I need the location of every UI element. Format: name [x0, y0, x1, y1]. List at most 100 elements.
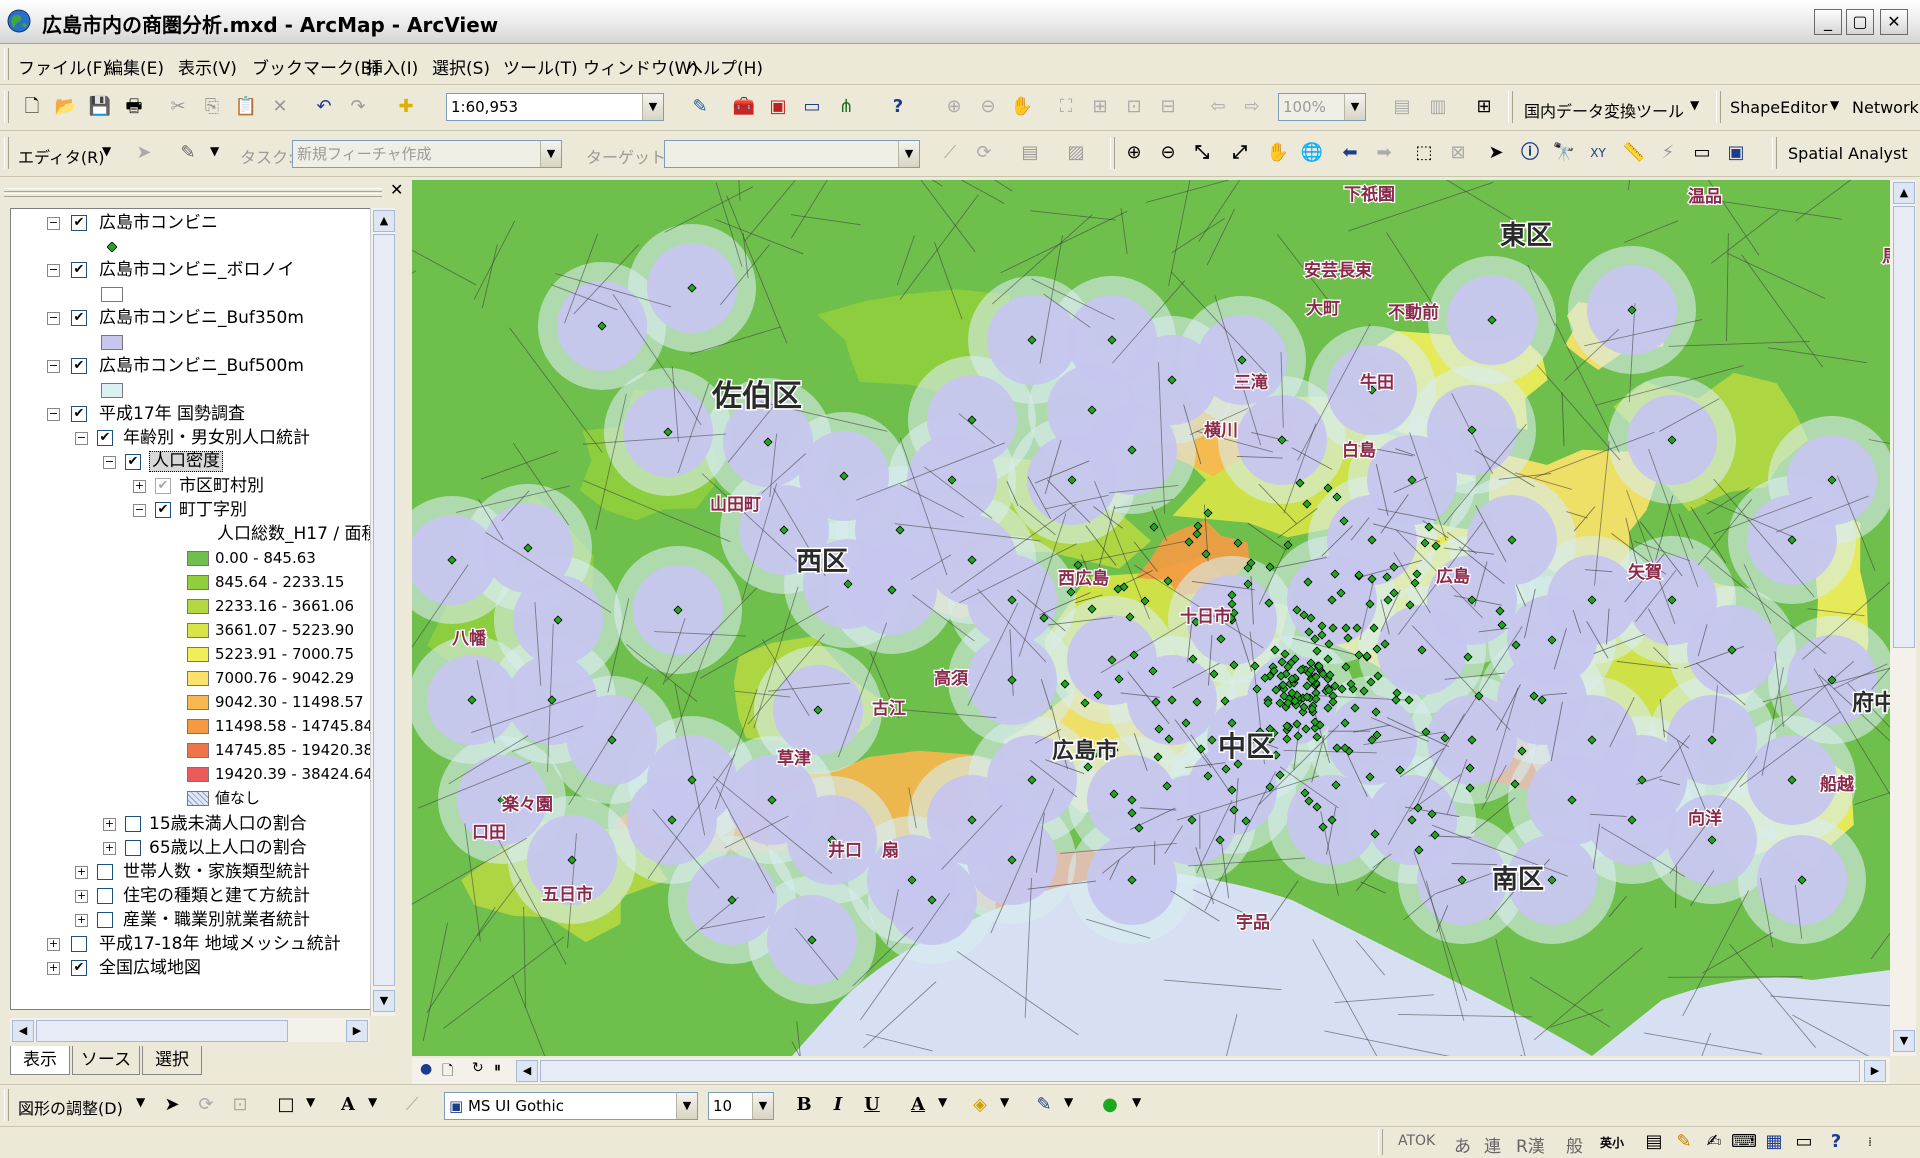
expand-icon[interactable]: + — [75, 914, 88, 927]
attributes-icon[interactable]: ▤ — [1016, 139, 1044, 167]
map-scale-combo[interactable]: 1:60,953 ▼ — [446, 93, 664, 121]
toc-horizontal-scrollbar[interactable]: ◀ ▶ — [10, 1018, 370, 1042]
menu-view[interactable]: 表示(V) — [178, 54, 237, 79]
zoom-percent-combo[interactable]: 100% ▼ — [1278, 93, 1366, 121]
ime-width[interactable]: 英小 — [1600, 1134, 1624, 1151]
focus-frame-icon[interactable]: ▥ — [1424, 93, 1452, 121]
layer-visibility-checkbox[interactable]: ✔ — [97, 430, 113, 446]
font-color-button[interactable]: A — [904, 1091, 932, 1119]
map-canvas[interactable]: 佐伯区西区東区中区南区安芸長束下祇園不動前大町三滝牛田横川白島山田町西広島十日市… — [412, 180, 1890, 1056]
chevron-down-icon[interactable]: ▼ — [676, 1093, 697, 1119]
time-slider-icon[interactable]: ▣ — [1722, 139, 1750, 167]
chevron-down-icon[interactable]: ▼ — [368, 1095, 377, 1109]
go-back-extent-icon[interactable]: ⇦ — [1204, 93, 1232, 121]
scroll-up-icon[interactable]: ▲ — [1893, 182, 1915, 204]
map-vertical-scrollbar[interactable]: ▲ ▼ — [1890, 180, 1916, 1056]
new-document-icon[interactable]: 🗋 — [18, 93, 46, 121]
ime-roman[interactable]: R漢 — [1516, 1132, 1545, 1157]
toolbar-grip[interactable] — [4, 91, 9, 123]
arccatalog-icon[interactable]: ▣ — [764, 93, 792, 121]
chevron-down-icon[interactable]: ▼ — [102, 144, 111, 158]
toolbar-grip[interactable] — [4, 137, 9, 169]
layer-visibility-checkbox[interactable]: ✔ — [71, 358, 87, 374]
bold-button[interactable]: B — [790, 1091, 818, 1119]
chevron-down-icon[interactable]: ▼ — [136, 1095, 145, 1109]
font-combo[interactable]: ▣ MS UI Gothic ▼ — [444, 1092, 698, 1120]
ime-menu-icon[interactable]: ▤ — [1640, 1128, 1668, 1156]
identify-icon[interactable]: ⓘ — [1516, 139, 1544, 167]
editor-menu[interactable]: エディタ(R) — [18, 144, 104, 168]
fixed-zoom-in-map-icon[interactable]: ⤡ — [1188, 139, 1216, 167]
select-features-icon[interactable]: ⬚ — [1410, 139, 1438, 167]
chevron-down-icon[interactable]: ▼ — [898, 141, 919, 167]
map-view[interactable]: 佐伯区西区東区中区南区安芸長束下祇園不動前大町三滝牛田横川白島山田町西広島十日市… — [412, 180, 1890, 1056]
fixed-zoom-out-map-icon[interactable]: ⤢ — [1226, 139, 1254, 167]
collapse-icon[interactable]: − — [75, 432, 88, 445]
layer-visibility-checkbox[interactable]: ✔ — [155, 502, 171, 518]
layer-visibility-checkbox[interactable]: ✔ — [71, 960, 87, 976]
copy-icon[interactable]: ⎘ — [198, 93, 226, 121]
pan-hand-icon[interactable]: ✋ — [1264, 139, 1292, 167]
toolbar-grip[interactable] — [1378, 1129, 1383, 1155]
chevron-down-icon[interactable]: ▼ — [752, 1093, 773, 1119]
layer-visibility-checkbox[interactable]: ✔ — [155, 478, 171, 494]
ime-options-icon[interactable]: ⁞ — [1856, 1128, 1884, 1156]
ime-help-icon[interactable]: ? — [1822, 1128, 1850, 1156]
zoom-to-elements-icon[interactable]: ⊡ — [226, 1091, 254, 1119]
undo-icon[interactable]: ↶ — [310, 93, 338, 121]
refresh-view-icon[interactable]: ↻ — [472, 1060, 484, 1076]
ime-atok[interactable]: ATOK — [1398, 1133, 1435, 1149]
redo-icon[interactable]: ↷ — [344, 93, 372, 121]
whats-this-icon[interactable]: ? — [884, 93, 912, 121]
shapeeditor-menu[interactable]: ShapeEditor — [1730, 98, 1827, 117]
edit-vertices-icon[interactable]: ⟋ — [398, 1091, 426, 1119]
drawing-menu[interactable]: 図形の調整(D) — [18, 1095, 123, 1119]
close-panel-icon[interactable]: ✕ — [390, 180, 403, 199]
previous-extent-icon[interactable]: ⬅ — [1336, 139, 1364, 167]
data-view-icon[interactable]: ● — [420, 1061, 432, 1077]
scroll-up-icon[interactable]: ▲ — [373, 210, 395, 232]
ime-kana[interactable]: あ — [1454, 1132, 1471, 1157]
ime-props-icon[interactable]: ▭ — [1790, 1128, 1818, 1156]
rotate-tool-icon[interactable]: ⟳ — [970, 139, 998, 167]
expand-icon[interactable]: + — [103, 842, 116, 855]
measure-icon[interactable]: 📏 — [1620, 139, 1648, 167]
menu-window[interactable]: ウィンドウ(W) — [583, 54, 698, 79]
sketch-properties-icon[interactable]: ▨ — [1062, 139, 1090, 167]
expand-icon[interactable]: + — [75, 866, 88, 879]
layer-visibility-checkbox[interactable] — [125, 816, 141, 832]
expand-icon[interactable]: + — [47, 938, 60, 951]
find-binoculars-icon[interactable]: 🔭 — [1550, 139, 1578, 167]
collapse-icon[interactable]: − — [133, 504, 146, 517]
scroll-down-icon[interactable]: ▼ — [1893, 1030, 1915, 1052]
toolbar-grip[interactable] — [1716, 91, 1721, 123]
go-to-xy-icon[interactable]: XY — [1584, 139, 1612, 167]
fixed-zoom-in-icon[interactable]: ⊡ — [1120, 93, 1148, 121]
layer-visibility-checkbox[interactable] — [71, 936, 87, 952]
go-forward-extent-icon[interactable]: ⇨ — [1238, 93, 1266, 121]
clear-selection-icon[interactable]: ⊠ — [1444, 139, 1472, 167]
layout-view-icon[interactable]: 🗋 — [442, 1060, 453, 1084]
menu-insert[interactable]: 挿入(I) — [366, 54, 418, 79]
menu-help[interactable]: ヘルプ(H) — [686, 54, 763, 79]
toolbar-grip[interactable] — [4, 48, 9, 80]
expand-icon[interactable]: + — [103, 818, 116, 831]
tab-selection[interactable]: 選択 — [142, 1046, 202, 1075]
minimize-button[interactable]: _ — [1814, 9, 1842, 35]
toc-vertical-scrollbar[interactable]: ▲ ▼ — [370, 208, 395, 1016]
collapse-icon[interactable]: − — [47, 264, 60, 277]
scroll-left-icon[interactable]: ◀ — [12, 1020, 34, 1042]
collapse-icon[interactable]: − — [47, 312, 60, 325]
underline-button[interactable]: U — [858, 1091, 886, 1119]
chevron-down-icon[interactable]: ▼ — [306, 1095, 315, 1109]
open-folder-icon[interactable]: 📂 — [52, 93, 80, 121]
sketch-tool-icon[interactable]: ✎ — [174, 139, 202, 167]
select-elements-icon[interactable]: ➤ — [1482, 139, 1510, 167]
maximize-button[interactable]: ▢ — [1846, 9, 1874, 35]
hyperlink-icon[interactable]: ⚡ — [1654, 139, 1682, 167]
full-extent-globe-icon[interactable]: 🌐 — [1298, 139, 1326, 167]
scroll-thumb[interactable] — [373, 234, 395, 986]
expand-icon[interactable]: + — [75, 890, 88, 903]
font-size-combo[interactable]: 10 ▼ — [708, 1092, 774, 1120]
menu-tools[interactable]: ツール(T) — [503, 54, 578, 79]
